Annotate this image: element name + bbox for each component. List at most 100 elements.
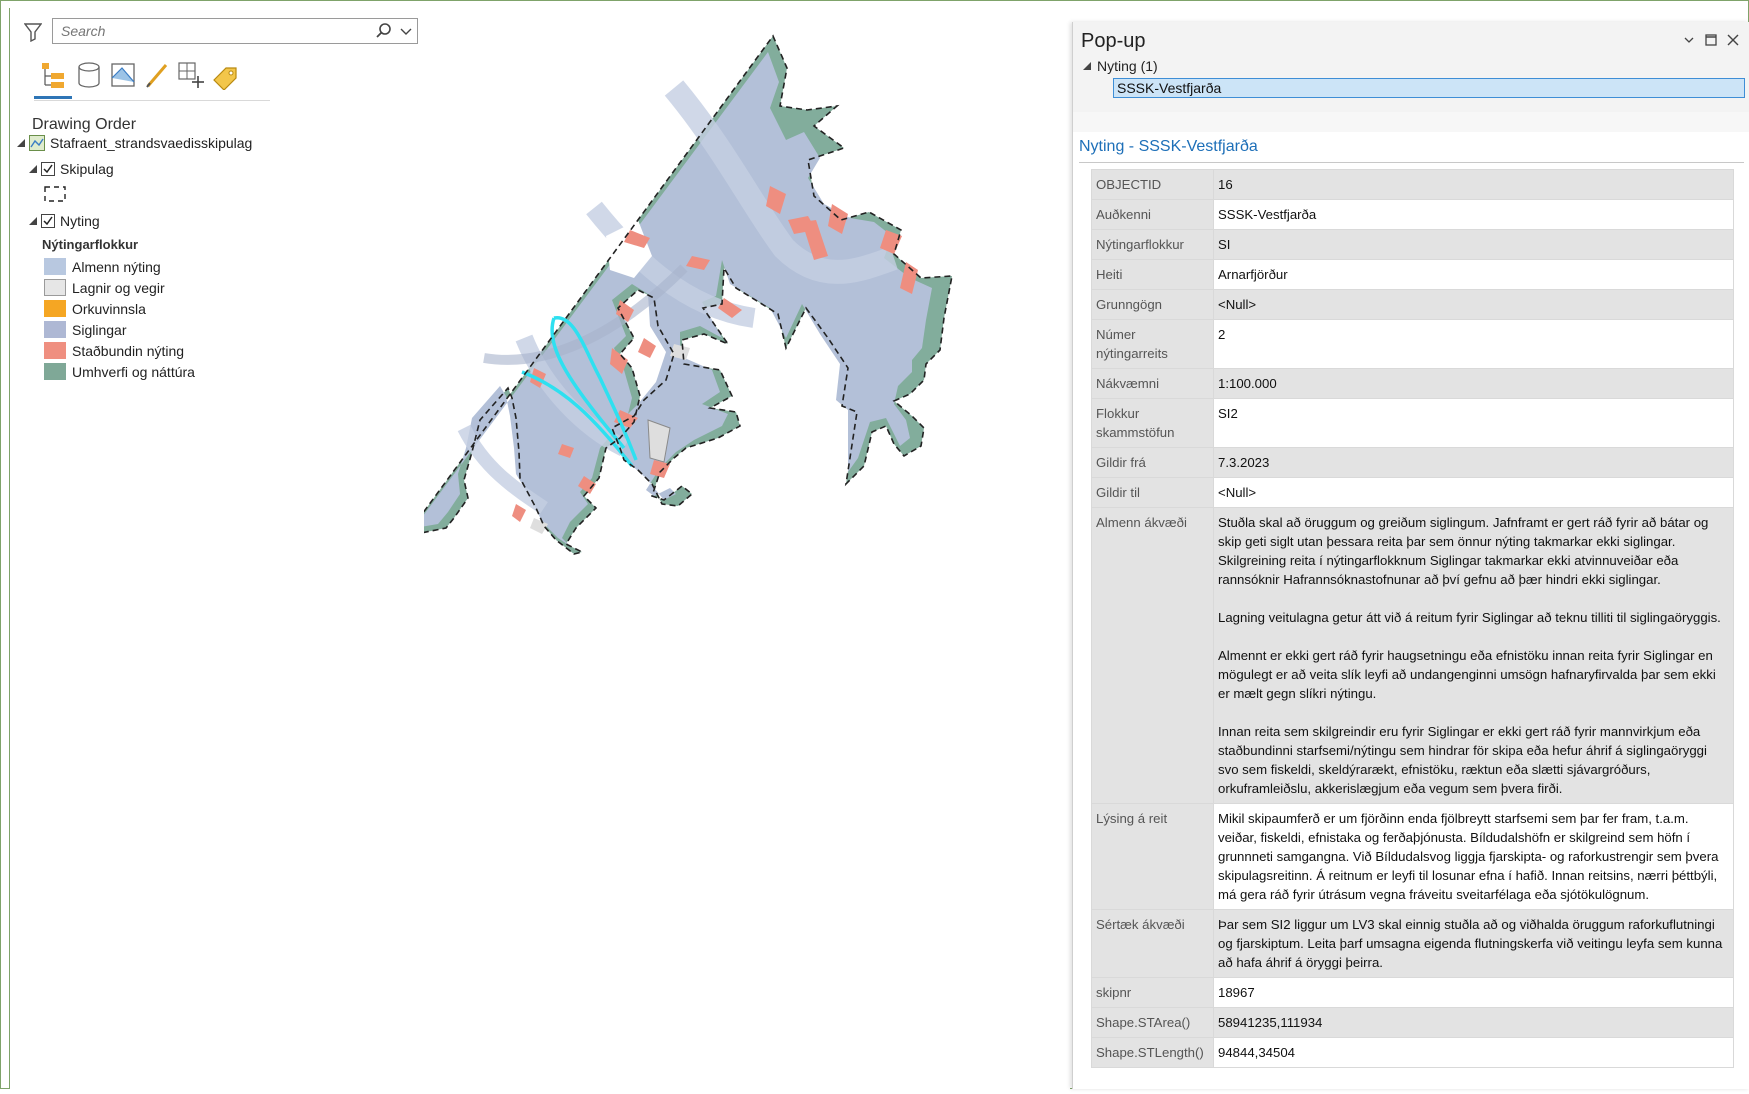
- list-by-editing-icon[interactable]: [142, 60, 172, 90]
- map-root-label: Stafraent_strandsvaedisskipulag: [50, 135, 253, 151]
- chevron-down-icon[interactable]: [1681, 32, 1697, 48]
- list-by-snapping-icon[interactable]: [176, 60, 206, 90]
- legend-label: Almenn nýting: [72, 259, 161, 275]
- popup-tree-item-selected[interactable]: SSSK-Vestfjarða: [1113, 78, 1745, 98]
- table-row: OBJECTID 16: [1091, 169, 1734, 200]
- legend-heading: Nýtingarflokkur: [42, 237, 139, 252]
- maximize-icon[interactable]: [1703, 32, 1719, 48]
- expand-triangle-icon[interactable]: [17, 139, 25, 147]
- search-icon[interactable]: [375, 22, 393, 40]
- attribute-value: 1:100.000: [1213, 368, 1734, 399]
- map-canvas[interactable]: [404, 8, 1070, 1089]
- attribute-value: Stuðla skal að öruggum og greiðum siglin…: [1213, 507, 1734, 804]
- checkbox-checked-icon[interactable]: [41, 162, 55, 176]
- legend-swatch[interactable]: [44, 258, 66, 275]
- attribute-key: OBJECTID: [1091, 169, 1214, 200]
- table-row: Nákvæmni 1:100.000: [1091, 368, 1734, 399]
- table-row: Gildir til <Null>: [1091, 477, 1734, 508]
- attribute-paragraph: Lagning veitulagna getur átt við á reitu…: [1218, 610, 1721, 625]
- table-row: Auðkenni SSSK-Vestfjarða: [1091, 199, 1734, 230]
- legend-swatch[interactable]: [44, 300, 66, 317]
- attribute-value: SI: [1213, 229, 1734, 260]
- expand-triangle-icon[interactable]: [29, 165, 37, 173]
- legend-swatch[interactable]: [44, 279, 66, 296]
- attribute-value: 58941235,111934: [1213, 1007, 1734, 1038]
- table-row: Shape.STArea() 58941235,111934: [1091, 1007, 1734, 1038]
- layer-row-skipulag[interactable]: Skipulag: [29, 158, 409, 180]
- search-input[interactable]: [59, 22, 363, 40]
- attribute-value: <Null>: [1213, 477, 1734, 508]
- attribute-key: skipnr: [1091, 977, 1214, 1008]
- table-row: Grunngögn <Null>: [1091, 289, 1734, 320]
- attribute-value: Mikil skipaumferð er um fjörðinn enda fj…: [1213, 803, 1734, 910]
- legend-label: Staðbundin nýting: [72, 343, 185, 359]
- chevron-down-icon[interactable]: [399, 24, 413, 38]
- legend-label: Lagnir og vegir: [72, 280, 165, 296]
- toolbar-divider: [34, 100, 270, 101]
- map-icon: [29, 135, 45, 151]
- popup-separator: [1073, 112, 1749, 132]
- attribute-value: SSSK-Vestfjarða: [1213, 199, 1734, 230]
- attribute-key: Grunngögn: [1091, 289, 1214, 320]
- layer-label-skipulag: Skipulag: [60, 161, 114, 177]
- table-row: Lýsing á reit Mikil skipaumferð er um fjö…: [1091, 803, 1734, 910]
- list-by-labeling-icon[interactable]: [210, 60, 240, 90]
- table-row: Almenn ákvæði Stuðla skal að öruggum og …: [1091, 507, 1734, 804]
- attribute-table: OBJECTID 16 Auðkenni SSSK-Vestfjarða Nýtin…: [1091, 169, 1734, 1068]
- table-row: Sértæk ákvæði Þar sem SI2 liggur um LV3 s…: [1091, 909, 1734, 978]
- table-row: Shape.STLength() 94844,34504: [1091, 1037, 1734, 1068]
- legend-label: Umhverfi og náttúra: [72, 364, 195, 380]
- layer-row-nyting[interactable]: Nyting: [29, 210, 409, 232]
- attribute-paragraph: Almennt er ekki gert ráð fyrir haugsetni…: [1218, 648, 1716, 701]
- expand-triangle-icon[interactable]: [29, 217, 37, 225]
- list-by-data-source-icon[interactable]: [74, 60, 104, 90]
- attribute-value: 7.3.2023: [1213, 447, 1734, 478]
- attribute-key: Gildir frá: [1091, 447, 1214, 478]
- checkbox-checked-icon[interactable]: [41, 214, 55, 228]
- attribute-key: Almenn ákvæði: [1091, 507, 1214, 804]
- list-by-selection-icon[interactable]: [108, 60, 138, 90]
- popup-header: Pop-up Nyting (1) SSSK-Vestfjarða: [1073, 22, 1749, 112]
- legend-label: Orkuvinnsla: [72, 301, 146, 317]
- search-box[interactable]: [52, 18, 418, 44]
- map-root-row[interactable]: Stafraent_strandsvaedisskipulag: [17, 132, 417, 154]
- attribute-value: Þar sem SI2 liggur um LV3 skal einnig st…: [1213, 909, 1734, 978]
- map-view[interactable]: [404, 8, 1070, 1089]
- search-bar: [18, 18, 418, 44]
- attribute-key: Númer nýtingarreits: [1091, 319, 1214, 369]
- legend-swatch[interactable]: [44, 321, 66, 338]
- attribute-key: Auðkenni: [1091, 199, 1214, 230]
- attribute-key: Shape.STArea(): [1091, 1007, 1214, 1038]
- legend-swatch[interactable]: [44, 342, 66, 359]
- list-by-drawing-order-icon[interactable]: [38, 60, 68, 90]
- legend-label: Siglingar: [72, 322, 127, 338]
- table-row: skipnr 18967: [1091, 977, 1734, 1008]
- table-row: Gildir frá 7.3.2023: [1091, 447, 1734, 478]
- attribute-key: Sértæk ákvæði: [1091, 909, 1214, 978]
- popup-tree-group-label: Nyting (1): [1097, 58, 1158, 74]
- active-tab-indicator: [34, 96, 72, 99]
- contents-toolbar: [34, 56, 270, 102]
- attribute-key: Heiti: [1091, 259, 1214, 290]
- legend-swatch[interactable]: [44, 363, 66, 380]
- attribute-value: 2: [1213, 319, 1734, 369]
- popup-pane: Pop-up Nyting (1) SSSK-Vestfjarða Nyting…: [1072, 22, 1749, 1089]
- table-row: Flokkur skammstöfun SI2: [1091, 398, 1734, 448]
- attribute-key: Nákvæmni: [1091, 368, 1214, 399]
- dashed-symbol-icon: [44, 186, 66, 202]
- filter-icon[interactable]: [24, 22, 42, 42]
- popup-title: Pop-up: [1081, 30, 1146, 52]
- attribute-key: Flokkur skammstöfun: [1091, 398, 1214, 448]
- attribute-value: 16: [1213, 169, 1734, 200]
- attribute-value: Arnarfjörður: [1213, 259, 1734, 290]
- attribute-value: 94844,34504: [1213, 1037, 1734, 1068]
- layer-label-nyting: Nyting: [60, 213, 100, 229]
- table-row: Heiti Arnarfjörður: [1091, 259, 1734, 290]
- contents-pane: Drawing Order Stafraent_strandsvaedisski…: [9, 8, 425, 1089]
- attribute-key: Gildir til: [1091, 477, 1214, 508]
- table-row: Númer nýtingarreits 2: [1091, 319, 1734, 369]
- attribute-value: <Null>: [1213, 289, 1734, 320]
- attribute-key: Nýtingarflokkur: [1091, 229, 1214, 260]
- close-icon[interactable]: [1725, 32, 1741, 48]
- expand-triangle-icon[interactable]: [1083, 62, 1091, 70]
